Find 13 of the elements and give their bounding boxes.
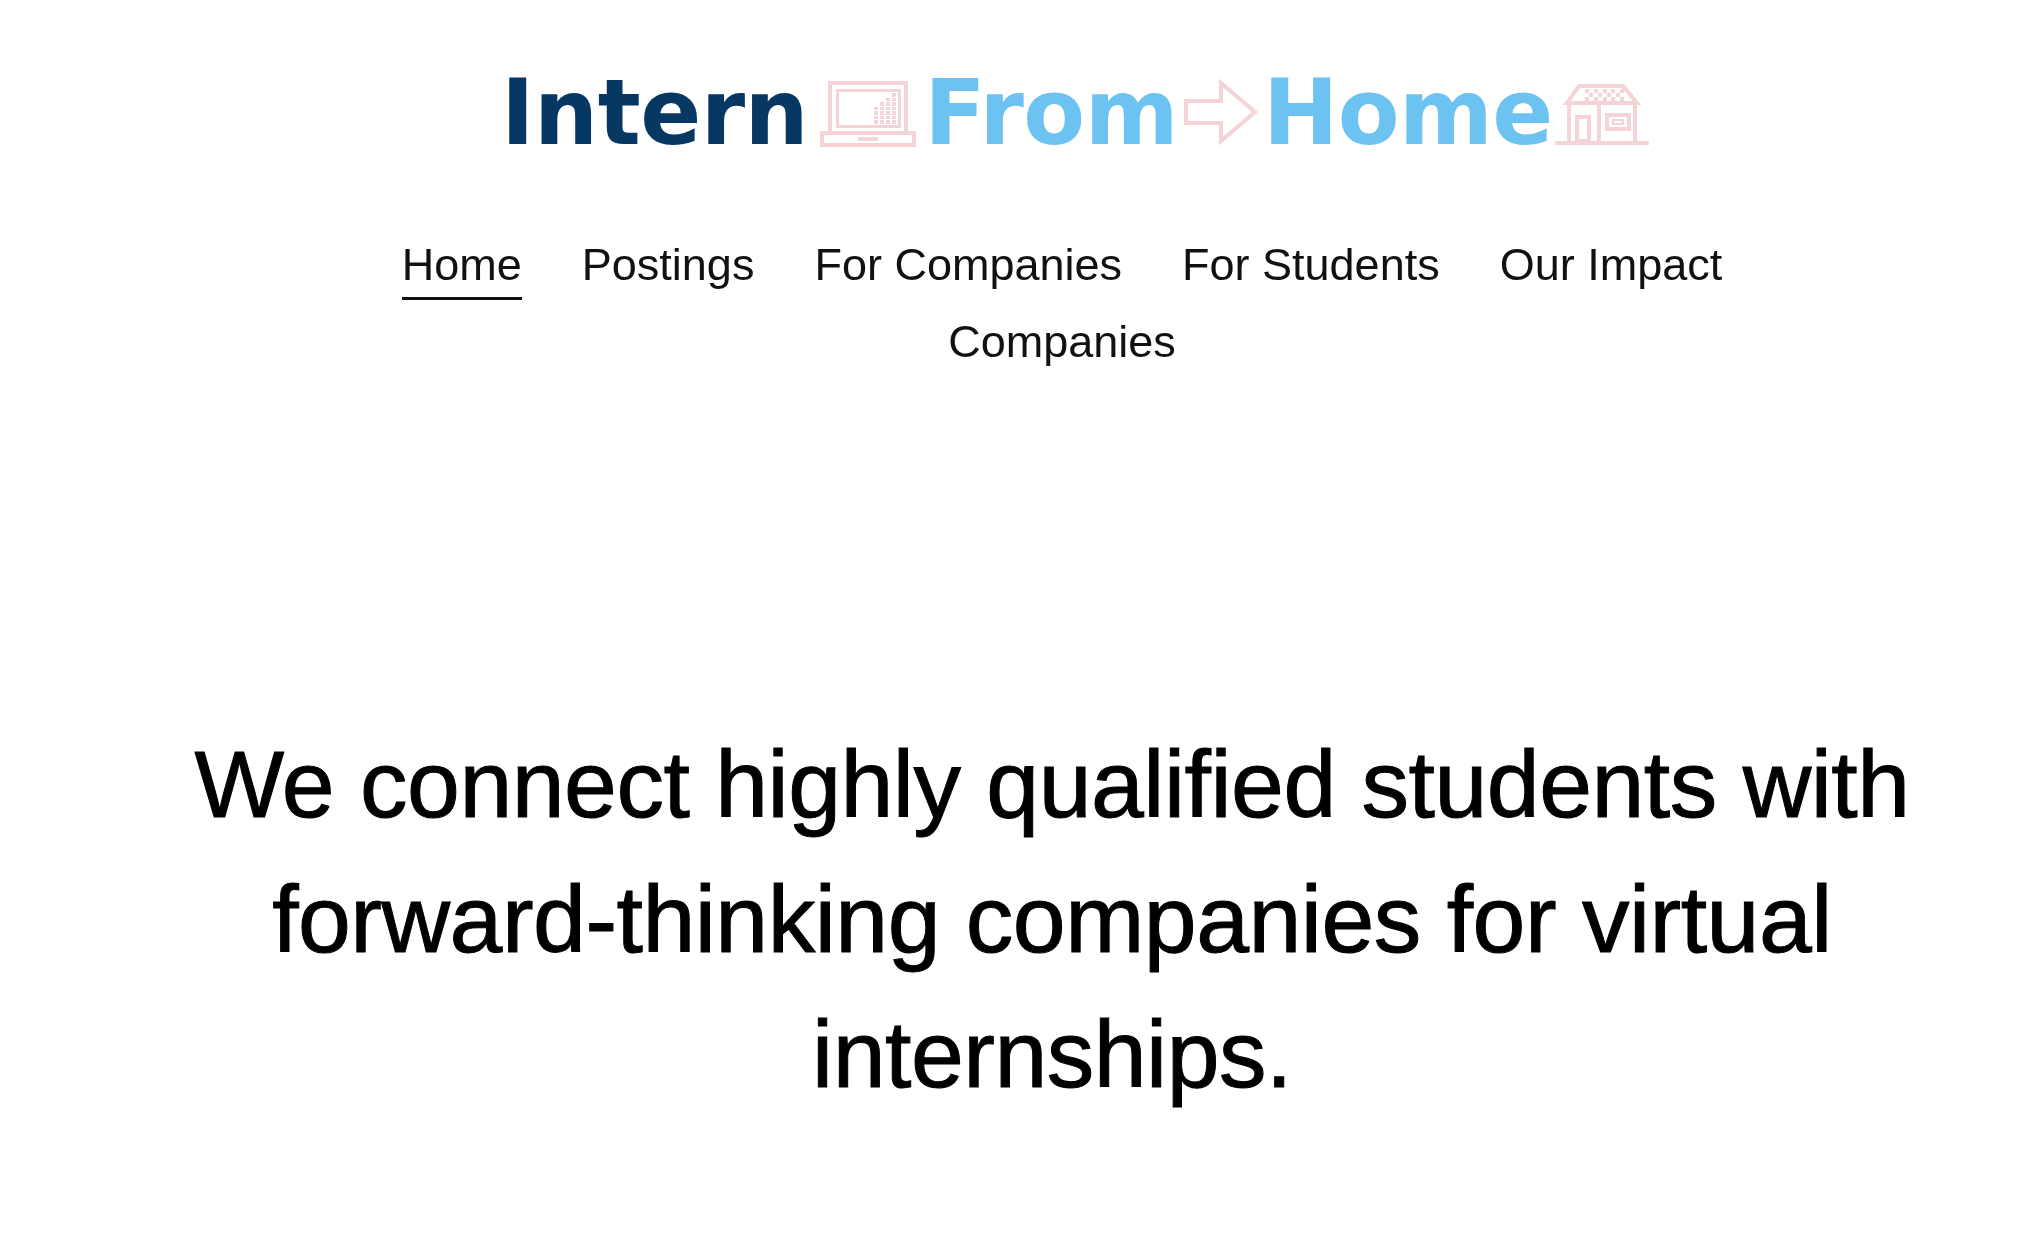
nav-link[interactable]: Postings xyxy=(581,239,755,300)
laptop-icon xyxy=(820,81,917,149)
house-icon xyxy=(1552,83,1651,147)
nav-link[interactable]: For Students xyxy=(1182,239,1440,300)
nav-link[interactable]: Home xyxy=(401,239,522,300)
logo-word: Home xyxy=(1262,68,1553,158)
nav-link[interactable]: Our Impact xyxy=(1499,239,1723,300)
headline: We connect highly qualified students with forward-thinking companies for virtual internships. xyxy=(193,730,1911,1109)
arrow-icon xyxy=(1182,79,1259,145)
nav-link[interactable]: Companies xyxy=(948,316,1176,377)
logo-word: Intern xyxy=(501,68,809,158)
nav-link[interactable]: For Companies xyxy=(814,239,1123,300)
logo-word: From xyxy=(924,68,1178,158)
